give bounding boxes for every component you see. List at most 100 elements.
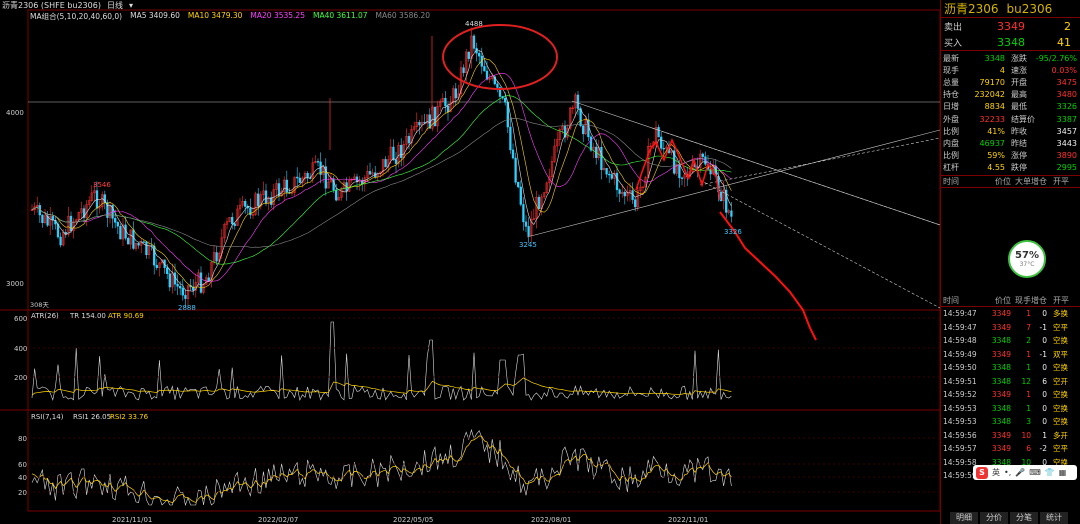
stat-row: 外盘 32233 结算价 3387 [941,113,1080,125]
candle-body [166,267,169,274]
trade-o: 双平 [1053,349,1068,359]
candle-body [527,226,530,236]
trade-row[interactable]: 14:59:52 3349 1 0 空换 [941,388,1080,402]
candle-body [537,196,541,209]
atr-axis-tick: 600 [14,315,27,323]
label-high: 4488 [465,20,483,28]
trade-row[interactable]: 14:59:51 3348 12 6 空开 [941,374,1080,388]
trade-row[interactable]: 14:59:47 3349 1 0 多换 [941,307,1080,321]
chart-svg[interactable]: 4488 3546 3245 2888 3326 4000 3000 308天 … [0,0,940,524]
instrument-name: 沥青2306 [944,2,999,16]
column-header[interactable]: 开平 [1047,176,1071,187]
column-header[interactable]: 现手 [1011,295,1031,306]
stat-k2: 昨收 [1011,126,1027,136]
trade-p: 3348 [991,403,1011,413]
ime-toolbar[interactable]: S 英 •, 🎤 ⌨ 👕 ▦ [973,465,1077,480]
trade-detail-list[interactable]: 14:59:47 3349 1 0 多换 14:59:47 3349 7 -1 空平 14:59:4… [941,307,1080,483]
candle-body [662,148,665,150]
period-dropdown-icon[interactable]: ▾ [129,1,133,10]
trade-o: 空平 [1053,444,1068,454]
candle-body [608,173,611,176]
candle-body [215,252,218,262]
stat-v2: -95/2.76% [1035,53,1077,63]
grid-icon[interactable]: ▦ [1059,468,1067,477]
candle-body [496,83,499,88]
candle-body [605,168,608,175]
tab-0[interactable]: 明细 [950,512,978,524]
trade-row[interactable]: 14:59:47 3349 7 -1 空平 [941,320,1080,334]
tab-1[interactable]: 分价 [980,512,1008,524]
stat-k2: 昨结 [1011,138,1027,148]
panel-title: 沥青2306 bu2306 [941,0,1080,18]
stat-v2: 2995 [1056,163,1077,173]
stat-k2: 跌停 [1011,163,1027,173]
trade-row[interactable]: 14:59:56 3349 10 1 多开 [941,428,1080,442]
mic-icon[interactable]: 🎤 [1015,468,1025,477]
rsi1-label: RSI1 26.05 [73,413,111,421]
stat-k1: 日增 [943,102,959,112]
keyboard-icon[interactable]: ⌨ [1029,468,1041,477]
column-header[interactable]: 价位 [985,295,1011,306]
rsi-legend: RSI(7,14) RSI1 26.05 RSI2 33.76 [31,413,149,421]
column-header[interactable]: 增仓 [1031,295,1047,306]
trade-row[interactable]: 14:59:57 3349 6 -2 空平 [941,442,1080,456]
trade-o: 空换 [1053,363,1068,373]
column-header[interactable]: 时间 [941,295,985,306]
skin-icon[interactable]: 👕 [1045,468,1055,477]
stat-row: 日增 8834 最低 3326 [941,101,1080,113]
tab-3[interactable]: 统计 [1040,512,1068,524]
gauge-temp: 37°C [1019,261,1035,268]
bid-row[interactable]: 买入 3348 41 [941,34,1080,50]
trade-v: 12 [1021,376,1031,386]
axis-4000: 4000 [6,109,24,117]
candle-body [207,277,210,282]
column-header[interactable]: 增仓 [1031,176,1047,187]
stat-v2: 0.03% [1051,65,1077,75]
sogou-icon[interactable]: S [976,466,988,479]
trade-p: 3349 [991,430,1011,440]
trade-v: 10 [1021,430,1031,440]
rsi-label: RSI(7,14) [31,413,64,421]
days-label: 308天 [30,301,49,309]
stat-k1: 总量 [943,77,959,87]
ime-lang[interactable]: 英 [992,467,1000,478]
candle-body [298,177,301,183]
ask-row[interactable]: 卖出 3349 2 [941,18,1080,34]
column-header[interactable]: 大单 [1011,176,1031,187]
bid-volume: 41 [1057,35,1071,49]
trade-row[interactable]: 14:59:50 3348 1 0 空换 [941,361,1080,375]
trade-t: 14:59:53 [943,403,977,413]
big-order-header: 时间 价位 大单 增仓 开平 [941,176,1080,188]
ime-punct-icon[interactable]: •, [1004,468,1011,477]
candle-body [446,105,450,113]
stat-row: 比例 59% 涨停 3890 [941,150,1080,162]
candle-body [478,52,481,57]
trade-o: 空换 [1053,403,1068,413]
cpu-gauge[interactable]: 57% 37°C [1008,240,1046,278]
trade-v: 2 [1026,336,1031,346]
trade-row[interactable]: 14:59:53 3348 3 0 空换 [941,415,1080,429]
instrument-title[interactable]: 沥青2306 (SHFE bu2306) [2,0,101,11]
candle-body [730,210,733,217]
candle-body [179,286,182,289]
trade-row[interactable]: 14:59:53 3348 1 0 空换 [941,401,1080,415]
stat-k1: 比例 [943,126,959,136]
candle-body [524,221,528,227]
trade-row[interactable]: 14:59:48 3348 2 0 空换 [941,334,1080,348]
ask-volume: 2 [1064,19,1071,33]
period-selector[interactable]: 日线 [107,0,123,11]
bid-ask: 卖出 3349 2 买入 3348 41 [941,18,1080,51]
candle-body [155,264,158,268]
trade-row[interactable]: 14:59:49 3349 1 -1 双平 [941,347,1080,361]
candle-body [335,189,338,201]
column-header[interactable]: 开平 [1047,295,1071,306]
trade-p: 3349 [991,349,1011,359]
tab-2[interactable]: 分笔 [1010,512,1038,524]
stat-v2: 3387 [1056,114,1077,124]
column-header[interactable]: 时间 [941,176,985,187]
candle-body [511,149,515,159]
trade-o: 空平 [1053,322,1068,332]
atr-axis-tick: 200 [14,374,27,382]
column-header[interactable]: 价位 [985,176,1011,187]
bid-price: 3348 [997,35,1025,49]
